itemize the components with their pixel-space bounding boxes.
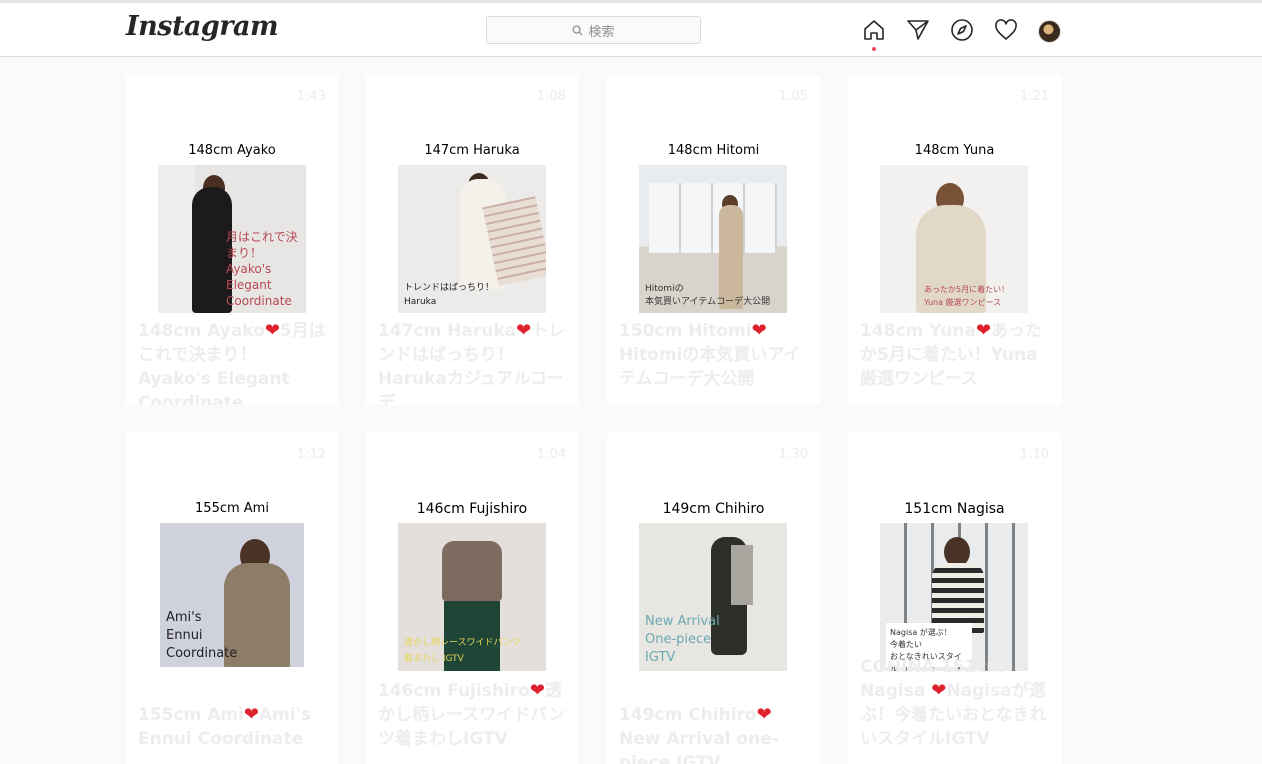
home-notification-dot <box>872 47 876 51</box>
video-duration: 1:10 <box>1019 447 1049 462</box>
video-caption: COHINA 151cm Nagisa ❤Nagisaが選ぶ！今着たいおとなきれ… <box>860 655 1051 751</box>
video-card-nagisa[interactable]: 1:10 151cm Nagisa Nagisa が選ぶ！ 今着たい おとなきれ… <box>848 433 1061 764</box>
video-duration: 1:21 <box>1019 89 1049 104</box>
thumbnail-overlay-text: 月はこれで決まり！ Ayako's Elegant Coordinate <box>226 230 298 308</box>
heart-emoji: ❤ <box>931 680 947 701</box>
heart-icon[interactable] <box>993 17 1019 43</box>
video-duration: 1:08 <box>536 89 566 104</box>
video-duration: 1:30 <box>778 447 808 462</box>
caption-text: New Arrival one-piece IGTV <box>619 729 779 764</box>
caption-text: Hitomiの本気買いアイテムコーデ大公開 <box>619 345 801 389</box>
paper-plane-icon[interactable] <box>905 17 931 43</box>
search-input[interactable]: 検索 <box>486 16 701 44</box>
video-thumbnail: 透かし柄レースワイドパンツ 着まわし IGTV <box>398 523 546 671</box>
video-caption: 150cm Hitomi❤ Hitomiの本気買いアイテムコーデ大公開 <box>619 319 810 391</box>
video-card-chihiro[interactable]: 1:30 149cm Chihiro New Arrival One-piece… <box>607 433 820 764</box>
video-title: 148cm Yuna <box>914 143 995 158</box>
caption-name: 148cm Ayako <box>138 321 265 341</box>
thumbnail-overlay-text: トレンドはばっちり！ Haruka <box>404 283 495 307</box>
video-card-ayako[interactable]: 1:43 148cm Ayako 月はこれで決まり！ Ayako's Elega… <box>126 75 338 405</box>
thumbnail-cardigan <box>731 545 753 605</box>
video-thumbnail: New Arrival One-piece IGTV <box>639 523 787 671</box>
heart-emoji: ❤ <box>751 320 767 341</box>
video-card-ami[interactable]: 1:12 155cm Ami Ami's Ennui Coordinate 15… <box>126 433 338 764</box>
video-thumbnail: Nagisa が選ぶ！ 今着たい おとなきれいスタイル <box>880 523 1028 671</box>
thumbnail-overlay-text: New Arrival One-piece IGTV <box>645 614 720 665</box>
video-duration: 1:04 <box>536 447 566 462</box>
video-title: 151cm Nagisa <box>904 501 1005 517</box>
caption-name: 146cm Fujishiro <box>378 681 530 701</box>
heart-emoji: ❤ <box>529 680 545 701</box>
heart-emoji: ❤ <box>243 704 259 725</box>
heart-emoji: ❤ <box>264 320 280 341</box>
video-thumbnail: 月はこれで決まり！ Ayako's Elegant Coordinate <box>158 165 306 313</box>
video-caption: 147cm Haruka❤トレンドはばっちり！Harukaカジュアルコーデ <box>378 319 568 405</box>
compass-icon[interactable] <box>949 17 975 43</box>
heart-emoji: ❤ <box>516 320 532 341</box>
instagram-logo[interactable]: Instagram <box>126 11 279 42</box>
video-caption: 148cm Yuna❤あったか5月に着たい！Yuna厳選ワンピース <box>860 319 1051 391</box>
video-title: 148cm Hitomi <box>667 143 760 158</box>
heart-emoji: ❤ <box>975 320 992 341</box>
video-card-hitomi[interactable]: 1:05 148cm Hitomi Hitomiの 本気買いアイテムコーデ大公開… <box>607 75 820 405</box>
thumbnail-window <box>649 183 777 253</box>
thumbnail-overlay-text: あったか5月に着たい！ Yuna 厳選ワンピース <box>924 285 1010 307</box>
top-navigation-bar: Instagram 検索 <box>0 3 1262 57</box>
video-title: 148cm Ayako <box>188 143 276 158</box>
thumbnail-overlay-text: Hitomiの 本気買いアイテムコーデ大公開 <box>645 284 771 307</box>
caption-name: 147cm Haruka <box>378 321 517 341</box>
caption-name: 149cm Chihiro <box>619 705 757 725</box>
video-caption: 149cm Chihiro❤ New Arrival one-piece IGTV <box>619 703 810 764</box>
video-title: 155cm Ami <box>195 501 269 516</box>
video-duration: 1:43 <box>296 89 326 104</box>
thumbnail-overlay-text: Ami's Ennui Coordinate <box>166 610 238 661</box>
video-card-fujishiro[interactable]: 1:04 146cm Fujishiro 透かし柄レースワイドパンツ 着まわし … <box>366 433 578 764</box>
video-thumbnail: Ami's Ennui Coordinate <box>160 523 304 667</box>
video-thumbnail: あったか5月に着たい！ Yuna 厳選ワンピース <box>880 165 1028 313</box>
home-icon[interactable] <box>861 17 887 43</box>
video-card-haruka[interactable]: 1:08 147cm Haruka トレンドはばっちり！ Haruka 147c… <box>366 75 578 405</box>
video-thumbnail: トレンドはばっちり！ Haruka <box>398 165 546 313</box>
caption-name: 148cm Yuna <box>860 321 976 341</box>
video-duration: 1:12 <box>296 447 326 462</box>
thumbnail-overlay-text: 透かし柄レースワイドパンツ 着まわし IGTV <box>404 638 522 664</box>
search-icon <box>572 24 584 36</box>
video-title: 149cm Chihiro <box>662 501 765 517</box>
thumbnail-figure <box>442 541 502 601</box>
video-duration: 1:05 <box>778 89 808 104</box>
caption-name: 155cm Ami <box>138 705 244 725</box>
video-thumbnail: Hitomiの 本気買いアイテムコーデ大公開 <box>639 165 787 313</box>
video-title: 147cm Haruka <box>424 143 520 158</box>
search-placeholder: 検索 <box>588 24 615 40</box>
video-title: 146cm Fujishiro <box>416 501 528 517</box>
video-caption: 148cm Ayako❤5月はこれで決まり！Ayako's Elegant Co… <box>138 319 328 405</box>
video-caption: 155cm Ami❤Ami's Ennui Coordinate <box>138 703 328 751</box>
heart-emoji: ❤ <box>756 704 772 725</box>
video-caption: 146cm Fujishiro❤透かし柄レースワイドパンツ着まわしIGTV <box>378 679 568 751</box>
video-card-yuna[interactable]: 1:21 148cm Yuna あったか5月に着たい！ Yuna 厳選ワンピース… <box>848 75 1061 405</box>
avatar[interactable] <box>1038 20 1061 43</box>
caption-name: 150cm Hitomi <box>619 321 752 341</box>
